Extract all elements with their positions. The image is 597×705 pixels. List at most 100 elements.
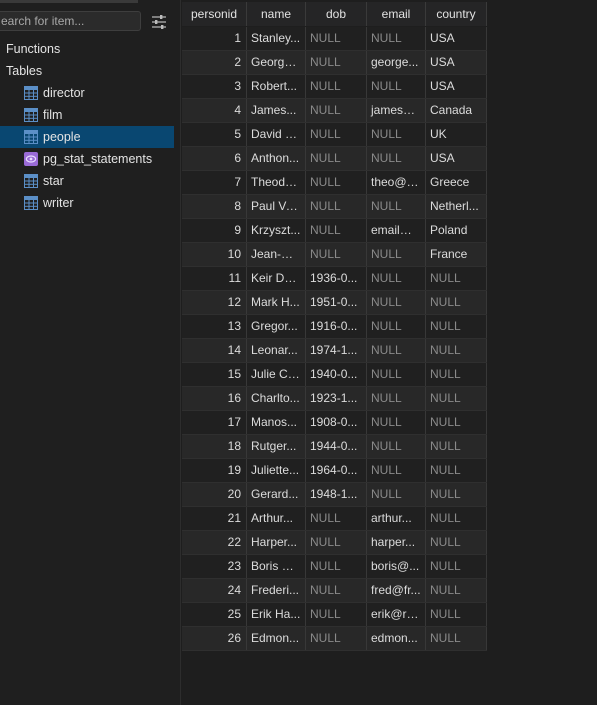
table-row[interactable]: 2 George... NULL george... USA <box>182 51 487 75</box>
personid-cell[interactable]: 12 <box>182 291 247 314</box>
email-cell[interactable]: boris@... <box>367 555 426 578</box>
name-cell[interactable]: Edmon... <box>247 627 306 650</box>
country-cell[interactable]: NULL <box>426 459 487 482</box>
personid-cell[interactable]: 14 <box>182 339 247 362</box>
dob-cell[interactable]: NULL <box>306 195 367 218</box>
country-cell[interactable]: NULL <box>426 267 487 290</box>
country-cell[interactable]: Poland <box>426 219 487 242</box>
dob-cell[interactable]: NULL <box>306 123 367 146</box>
email-cell[interactable]: NULL <box>367 435 426 458</box>
name-cell[interactable]: David L... <box>247 123 306 146</box>
table-row[interactable]: 20 Gerard... 1948-1... NULL NULL <box>182 483 487 507</box>
email-cell[interactable]: NULL <box>367 27 426 50</box>
dob-cell[interactable]: 1951-0... <box>306 291 367 314</box>
personid-cell[interactable]: 16 <box>182 387 247 410</box>
country-cell[interactable]: NULL <box>426 627 487 650</box>
name-cell[interactable]: Gerard... <box>247 483 306 506</box>
country-cell[interactable]: France <box>426 243 487 266</box>
personid-cell[interactable]: 20 <box>182 483 247 506</box>
name-cell[interactable]: Paul Ve... <box>247 195 306 218</box>
email-cell[interactable]: email@... <box>367 219 426 242</box>
dob-cell[interactable]: 1964-0... <box>306 459 367 482</box>
email-cell[interactable]: james@... <box>367 99 426 122</box>
table-row[interactable]: 6 Anthon... NULL NULL USA <box>182 147 487 171</box>
country-cell[interactable]: NULL <box>426 507 487 530</box>
country-cell[interactable]: NULL <box>426 435 487 458</box>
column-header-country[interactable]: country <box>426 2 487 26</box>
country-cell[interactable]: USA <box>426 51 487 74</box>
section-functions[interactable]: Functions <box>6 42 60 56</box>
email-cell[interactable]: NULL <box>367 339 426 362</box>
personid-cell[interactable]: 5 <box>182 123 247 146</box>
name-cell[interactable]: Rutger... <box>247 435 306 458</box>
name-cell[interactable]: Juliette... <box>247 459 306 482</box>
sidebar-item-pg-stat-statements[interactable]: pg_stat_statements <box>0 148 174 170</box>
country-cell[interactable]: USA <box>426 27 487 50</box>
table-row[interactable]: 17 Manos... 1908-0... NULL NULL <box>182 411 487 435</box>
name-cell[interactable]: Theodo... <box>247 171 306 194</box>
sidebar-item-people[interactable]: people <box>0 126 174 148</box>
table-row[interactable]: 23 Boris Pa... NULL boris@... NULL <box>182 555 487 579</box>
country-cell[interactable]: NULL <box>426 387 487 410</box>
email-cell[interactable]: NULL <box>367 483 426 506</box>
email-cell[interactable]: theo@a... <box>367 171 426 194</box>
country-cell[interactable]: USA <box>426 75 487 98</box>
name-cell[interactable]: Krzyszt... <box>247 219 306 242</box>
dob-cell[interactable]: NULL <box>306 51 367 74</box>
email-cell[interactable]: NULL <box>367 459 426 482</box>
name-cell[interactable]: George... <box>247 51 306 74</box>
dob-cell[interactable]: 1936-0... <box>306 267 367 290</box>
email-cell[interactable]: edmon... <box>367 627 426 650</box>
name-cell[interactable]: Harper... <box>247 531 306 554</box>
table-row[interactable]: 18 Rutger... 1944-0... NULL NULL <box>182 435 487 459</box>
country-cell[interactable]: NULL <box>426 315 487 338</box>
table-row[interactable]: 26 Edmon... NULL edmon... NULL <box>182 627 487 651</box>
table-row[interactable]: 12 Mark H... 1951-0... NULL NULL <box>182 291 487 315</box>
country-cell[interactable]: NULL <box>426 579 487 602</box>
table-row[interactable]: 25 Erik Ha... NULL erik@ro... NULL <box>182 603 487 627</box>
email-cell[interactable]: NULL <box>367 411 426 434</box>
name-cell[interactable]: Leonar... <box>247 339 306 362</box>
sidebar-item-star[interactable]: star <box>0 170 174 192</box>
country-cell[interactable]: NULL <box>426 603 487 626</box>
dob-cell[interactable]: NULL <box>306 579 367 602</box>
country-cell[interactable]: NULL <box>426 531 487 554</box>
personid-cell[interactable]: 21 <box>182 507 247 530</box>
table-row[interactable]: 11 Keir Dul... 1936-0... NULL NULL <box>182 267 487 291</box>
email-cell[interactable]: NULL <box>367 291 426 314</box>
dob-cell[interactable]: NULL <box>306 75 367 98</box>
table-row[interactable]: 10 Jean-Pa... NULL NULL France <box>182 243 487 267</box>
name-cell[interactable]: James... <box>247 99 306 122</box>
email-cell[interactable]: NULL <box>367 387 426 410</box>
name-cell[interactable]: Robert... <box>247 75 306 98</box>
email-cell[interactable]: NULL <box>367 363 426 386</box>
section-tables[interactable]: Tables <box>6 64 42 78</box>
email-cell[interactable]: NULL <box>367 147 426 170</box>
personid-cell[interactable]: 18 <box>182 435 247 458</box>
email-cell[interactable]: george... <box>367 51 426 74</box>
table-row[interactable]: 13 Gregor... 1916-0... NULL NULL <box>182 315 487 339</box>
name-cell[interactable]: Charlto... <box>247 387 306 410</box>
personid-cell[interactable]: 13 <box>182 315 247 338</box>
sidebar-item-writer[interactable]: writer <box>0 192 174 214</box>
sliders-icon[interactable] <box>150 13 168 31</box>
personid-cell[interactable]: 17 <box>182 411 247 434</box>
name-cell[interactable]: Stanley... <box>247 27 306 50</box>
table-row[interactable]: 24 Frederi... NULL fred@fr... NULL <box>182 579 487 603</box>
personid-cell[interactable]: 26 <box>182 627 247 650</box>
email-cell[interactable]: arthur... <box>367 507 426 530</box>
dob-cell[interactable]: NULL <box>306 603 367 626</box>
table-row[interactable]: 4 James... NULL james@... Canada <box>182 99 487 123</box>
table-row[interactable]: 22 Harper... NULL harper... NULL <box>182 531 487 555</box>
dob-cell[interactable]: NULL <box>306 627 367 650</box>
name-cell[interactable]: Keir Dul... <box>247 267 306 290</box>
dob-cell[interactable]: 1908-0... <box>306 411 367 434</box>
dob-cell[interactable]: 1940-0... <box>306 363 367 386</box>
email-cell[interactable]: erik@ro... <box>367 603 426 626</box>
personid-cell[interactable]: 8 <box>182 195 247 218</box>
name-cell[interactable]: Arthur... <box>247 507 306 530</box>
dob-cell[interactable]: NULL <box>306 171 367 194</box>
dob-cell[interactable]: NULL <box>306 243 367 266</box>
column-header-dob[interactable]: dob <box>306 2 367 26</box>
personid-cell[interactable]: 10 <box>182 243 247 266</box>
